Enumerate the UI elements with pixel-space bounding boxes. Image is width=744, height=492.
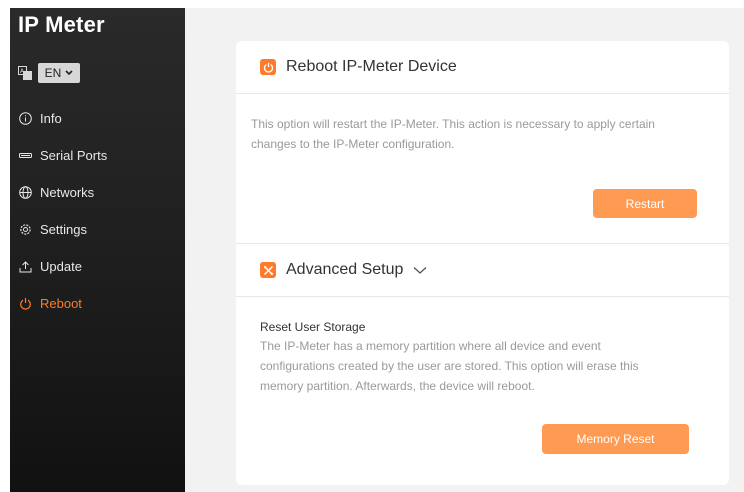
sidebar-item-networks[interactable]: Networks — [10, 174, 185, 211]
memory-reset-button[interactable]: Memory Reset — [542, 424, 689, 454]
sidebar-item-update[interactable]: Update — [10, 248, 185, 285]
sidebar-item-label: Update — [40, 259, 82, 274]
power-icon — [18, 297, 32, 311]
info-icon — [18, 112, 32, 126]
sidebar-item-info[interactable]: Info — [10, 100, 185, 137]
advanced-header[interactable]: Advanced Setup — [236, 244, 729, 296]
gear-icon — [18, 223, 32, 237]
chevron-down-icon — [413, 266, 427, 275]
serial-port-icon — [18, 149, 32, 163]
reboot-title: Reboot IP-Meter Device — [286, 58, 457, 75]
divider — [236, 296, 729, 297]
reboot-description: This option will restart the IP-Meter. T… — [251, 114, 655, 154]
chevron-down-icon — [65, 70, 73, 76]
sidebar-item-settings[interactable]: Settings — [10, 211, 185, 248]
upload-icon — [18, 260, 32, 274]
tools-icon — [260, 262, 276, 278]
translate-icon: A — [18, 66, 32, 80]
reset-description-line: configurations created by the user are s… — [260, 359, 639, 373]
reboot-card: Reboot IP-Meter Device This option will … — [236, 41, 729, 485]
reset-storage-description: The IP-Meter has a memory partition wher… — [260, 336, 639, 396]
language-value: EN — [44, 66, 62, 80]
sidebar: IP Meter A EN Info Serial Ports Networks… — [10, 8, 185, 492]
restart-button[interactable]: Restart — [593, 189, 697, 218]
sidebar-item-label: Reboot — [40, 296, 82, 311]
language-row: A EN — [18, 63, 80, 83]
reboot-description-line: This option will restart the IP-Meter. T… — [251, 117, 655, 131]
advanced-title: Advanced Setup — [286, 261, 404, 278]
app-frame: IP Meter A EN Info Serial Ports Networks… — [10, 8, 744, 492]
sidebar-item-label: Info — [40, 111, 62, 126]
sidebar-item-label: Serial Ports — [40, 148, 108, 163]
reset-storage-title: Reset User Storage — [260, 320, 366, 334]
app-title: IP Meter — [18, 12, 105, 37]
globe-icon — [18, 186, 32, 200]
reboot-description-line: changes to the IP-Meter configuration. — [251, 137, 455, 151]
language-select[interactable]: EN — [38, 63, 80, 83]
sidebar-item-label: Settings — [40, 222, 87, 237]
power-icon — [260, 59, 276, 75]
sidebar-item-label: Networks — [40, 185, 95, 200]
sidebar-item-serial-ports[interactable]: Serial Ports — [10, 137, 185, 174]
sidebar-nav: Info Serial Ports Networks Settings Upda… — [10, 100, 185, 322]
reboot-header: Reboot IP-Meter Device — [236, 41, 729, 93]
reset-description-line: The IP-Meter has a memory partition wher… — [260, 339, 601, 353]
divider — [236, 93, 729, 94]
reset-description-line: memory partition. Afterwards, the device… — [260, 379, 535, 393]
sidebar-item-reboot[interactable]: Reboot — [10, 285, 185, 322]
